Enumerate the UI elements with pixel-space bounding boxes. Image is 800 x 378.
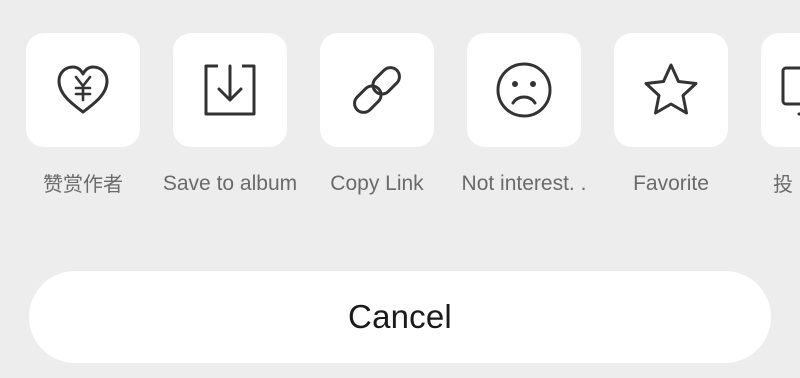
save-to-album-button[interactable] — [173, 33, 287, 147]
reward-author-button[interactable] — [26, 33, 140, 147]
share-actions-row[interactable]: 赞赏作者 Save to album Copy Link Not interes… — [18, 33, 800, 203]
download-tray-icon — [204, 64, 256, 116]
save-to-album-label: Save to album — [162, 172, 298, 195]
cast-button[interactable] — [761, 33, 800, 147]
not-interested-button[interactable] — [467, 33, 581, 147]
copy-link-button[interactable] — [320, 33, 434, 147]
action-not-interested[interactable]: Not interest. . — [459, 33, 589, 203]
monitor-icon — [781, 66, 800, 116]
link-icon — [353, 66, 401, 114]
favorite-button[interactable] — [614, 33, 728, 147]
action-reward-author[interactable]: 赞赏作者 — [18, 33, 148, 203]
cancel-button[interactable]: Cancel — [29, 271, 771, 363]
not-interested-label: Not interest. . — [461, 172, 587, 195]
action-save-to-album[interactable]: Save to album — [163, 33, 297, 203]
reward-author-label: 赞赏作者 — [43, 172, 123, 196]
cast-label: 投 — [773, 172, 793, 196]
star-icon — [644, 63, 698, 115]
sad-face-icon — [496, 62, 552, 118]
action-copy-link[interactable]: Copy Link — [312, 33, 442, 203]
copy-link-label: Copy Link — [330, 172, 424, 195]
cancel-label: Cancel — [348, 298, 452, 335]
action-cast[interactable]: 投 — [753, 33, 800, 203]
action-favorite[interactable]: Favorite — [606, 33, 736, 203]
heart-yen-icon — [57, 65, 109, 114]
share-sheet: 赞赏作者 Save to album Copy Link Not interes… — [0, 0, 800, 378]
favorite-label: Favorite — [633, 172, 709, 195]
